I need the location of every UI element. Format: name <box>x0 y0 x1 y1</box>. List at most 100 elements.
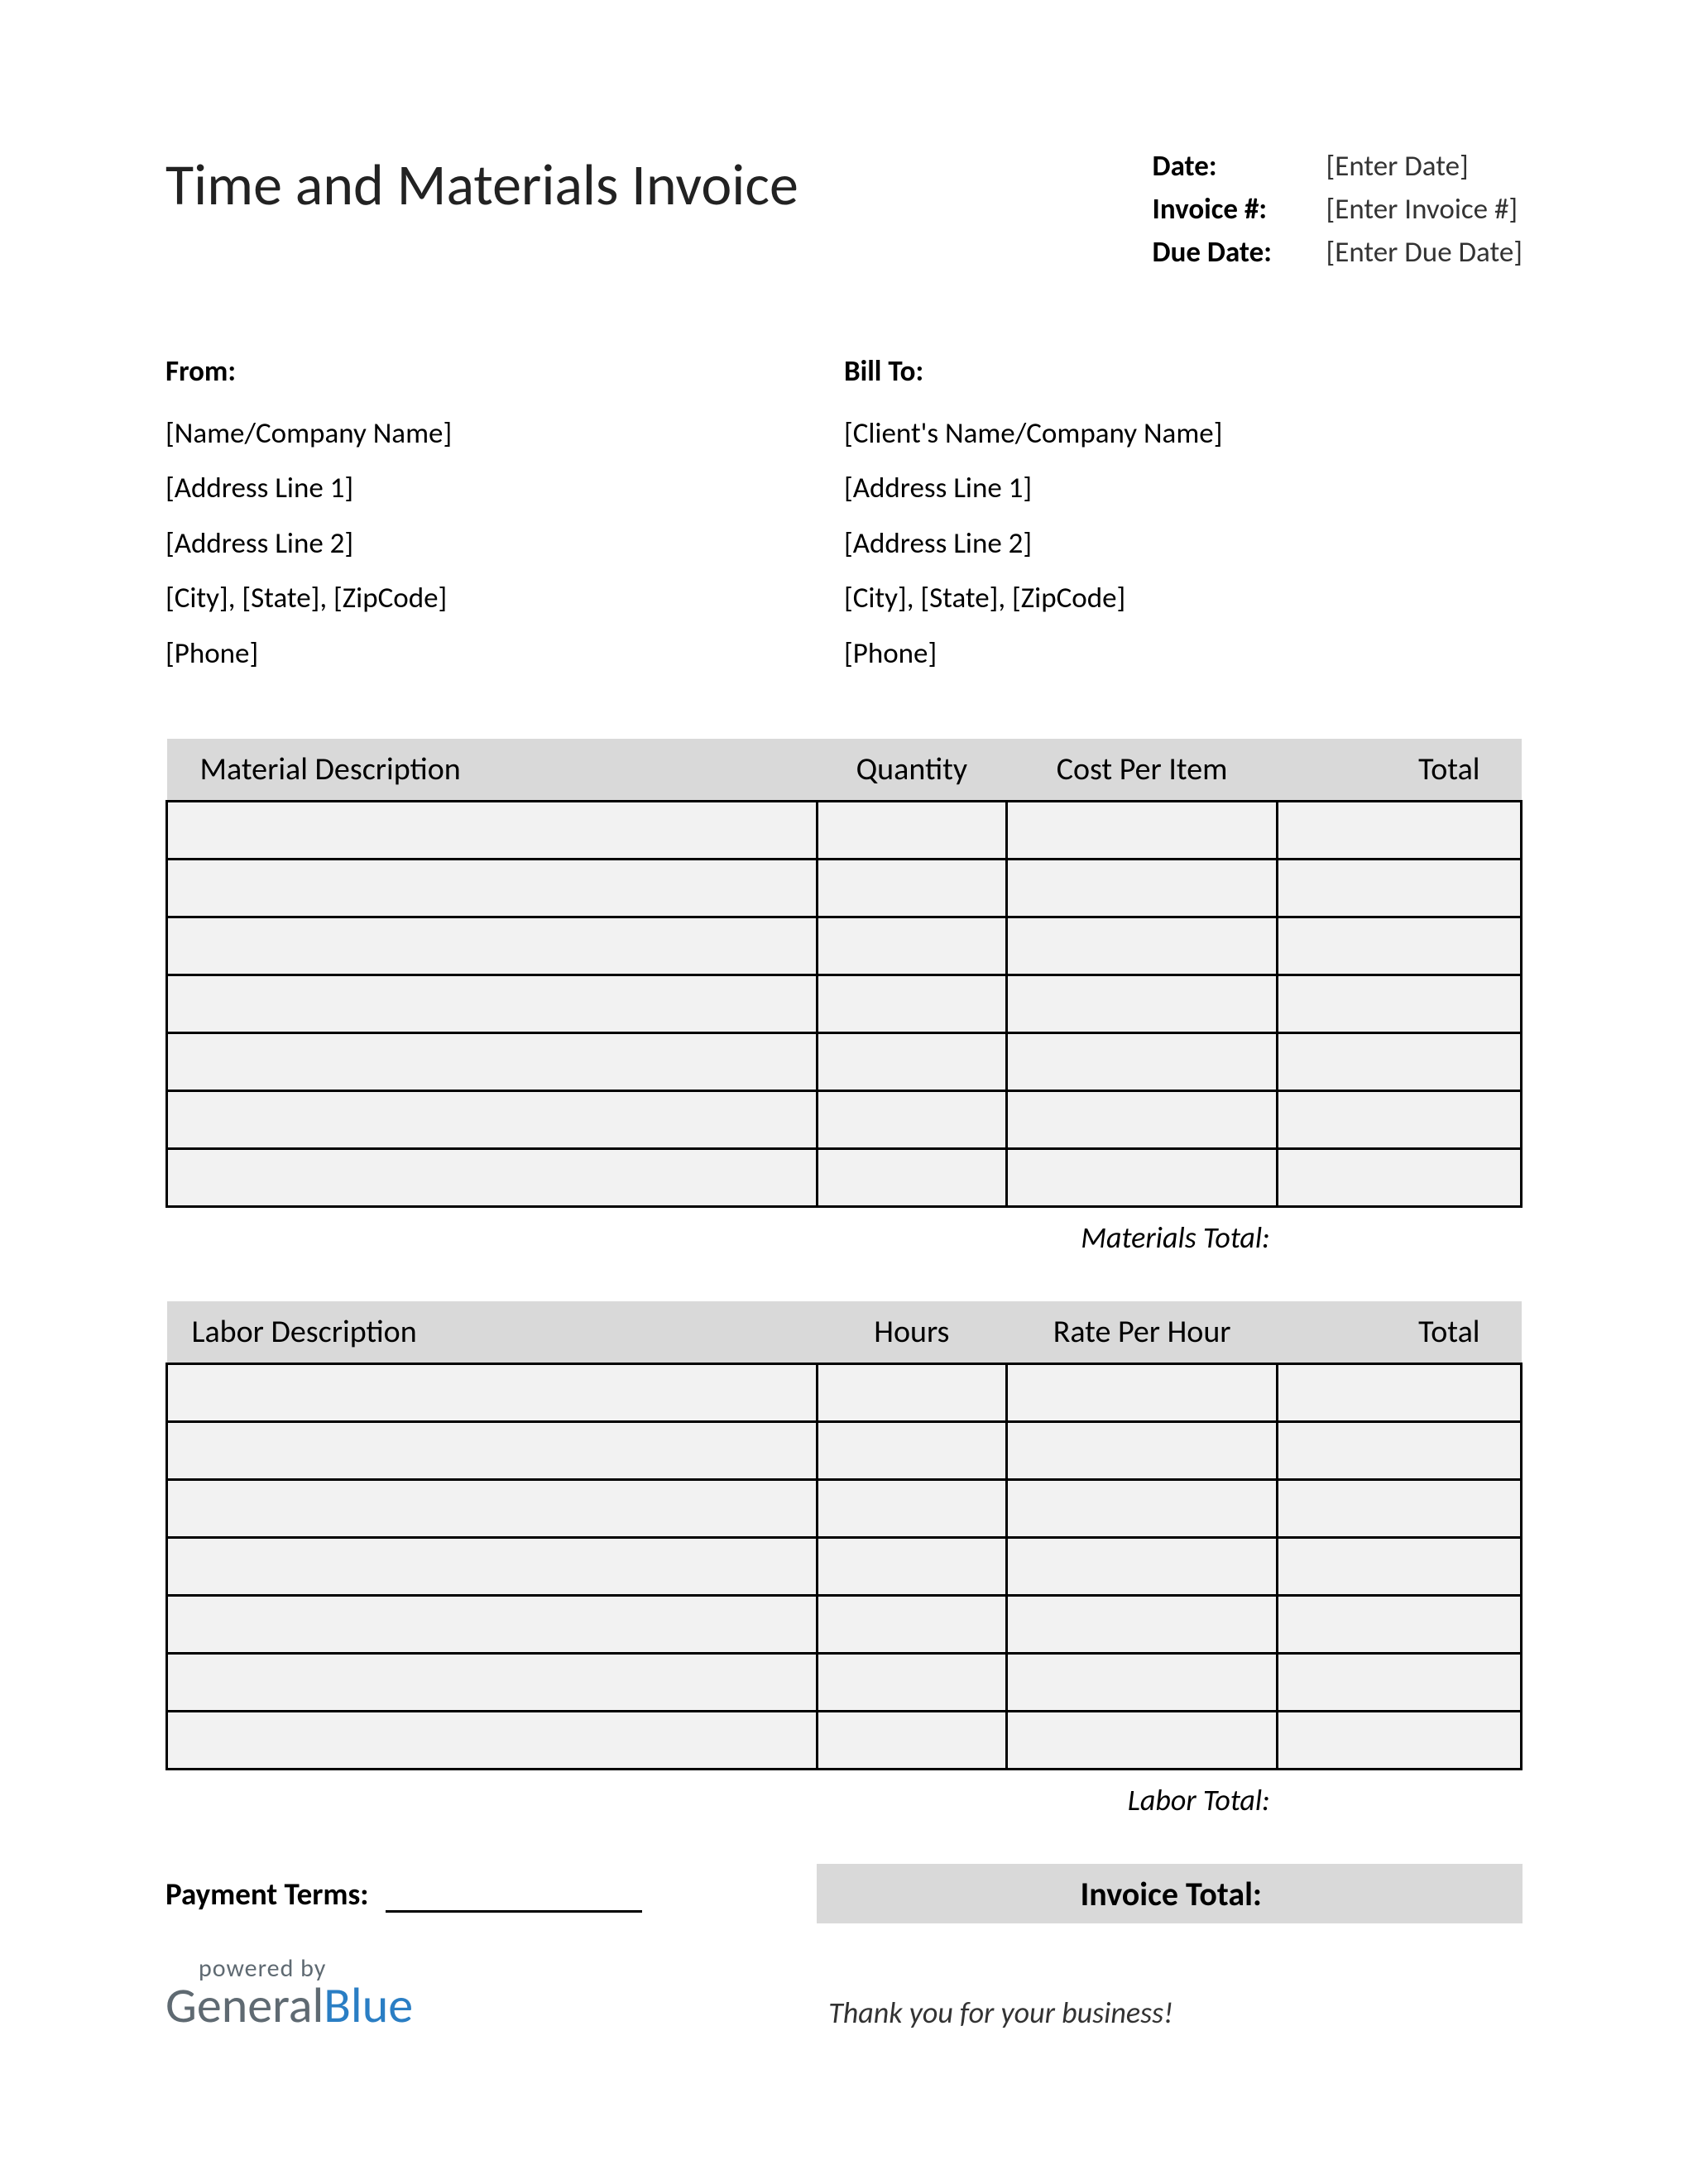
labor-total-value[interactable] <box>1278 1777 1523 1822</box>
invoice-meta: Date: [Enter Date] Invoice #: [Enter Inv… <box>1153 149 1523 278</box>
labor-cell-hours[interactable] <box>817 1654 1006 1712</box>
materials-cell-desc[interactable] <box>167 1091 818 1149</box>
labor-cell-rate[interactable] <box>1006 1712 1277 1770</box>
labor-cell-rate[interactable] <box>1006 1364 1277 1422</box>
labor-cell-hours[interactable] <box>817 1712 1006 1770</box>
materials-table: Material Description Quantity Cost Per I… <box>165 739 1523 1208</box>
labor-header-desc: Labor Description <box>167 1301 818 1364</box>
labor-cell-hours[interactable] <box>817 1480 1006 1538</box>
billto-addr1-field[interactable]: [Address Line 1] <box>844 461 1523 516</box>
materials-cell-qty[interactable] <box>817 975 1006 1033</box>
materials-cell-cost[interactable] <box>1006 1091 1277 1149</box>
billto-addr2-field[interactable]: [Address Line 2] <box>844 516 1523 572</box>
materials-cell-qty[interactable] <box>817 1091 1006 1149</box>
table-row <box>167 1091 1522 1149</box>
materials-cell-total[interactable] <box>1278 917 1522 975</box>
labor-table: Labor Description Hours Rate Per Hour To… <box>165 1301 1523 1770</box>
materials-cell-cost[interactable] <box>1006 860 1277 917</box>
labor-total-label: Labor Total: <box>165 1782 1278 1818</box>
labor-cell-total[interactable] <box>1278 1480 1522 1538</box>
labor-cell-desc[interactable] <box>167 1422 818 1480</box>
table-row <box>167 1712 1522 1770</box>
from-addr1-field[interactable]: [Address Line 1] <box>165 461 844 516</box>
thank-you-text: Thank you for your business! <box>413 1995 1523 2031</box>
invoice-number-label: Invoice #: <box>1153 192 1326 227</box>
labor-cell-desc[interactable] <box>167 1712 818 1770</box>
materials-total-label: Materials Total: <box>165 1219 1278 1256</box>
labor-cell-desc[interactable] <box>167 1538 818 1596</box>
labor-cell-total[interactable] <box>1278 1538 1522 1596</box>
table-row <box>167 1480 1522 1538</box>
labor-cell-total[interactable] <box>1278 1596 1522 1654</box>
materials-cell-total[interactable] <box>1278 1033 1522 1091</box>
from-phone-field[interactable]: [Phone] <box>165 626 844 682</box>
billto-name-field[interactable]: [Client's Name/Company Name] <box>844 406 1523 462</box>
labor-cell-rate[interactable] <box>1006 1480 1277 1538</box>
materials-cell-desc[interactable] <box>167 1149 818 1207</box>
materials-total-value[interactable] <box>1278 1214 1523 1260</box>
billto-phone-field[interactable]: [Phone] <box>844 626 1523 682</box>
labor-cell-rate[interactable] <box>1006 1596 1277 1654</box>
from-addr2-field[interactable]: [Address Line 2] <box>165 516 844 572</box>
payment-terms-field[interactable] <box>386 1880 642 1913</box>
materials-cell-total[interactable] <box>1278 1091 1522 1149</box>
labor-cell-hours[interactable] <box>817 1364 1006 1422</box>
labor-cell-desc[interactable] <box>167 1480 818 1538</box>
materials-cell-cost[interactable] <box>1006 1149 1277 1207</box>
labor-cell-rate[interactable] <box>1006 1422 1277 1480</box>
labor-cell-desc[interactable] <box>167 1596 818 1654</box>
materials-cell-qty[interactable] <box>817 1149 1006 1207</box>
labor-cell-rate[interactable] <box>1006 1538 1277 1596</box>
materials-cell-total[interactable] <box>1278 975 1522 1033</box>
labor-cell-total[interactable] <box>1278 1422 1522 1480</box>
materials-cell-total[interactable] <box>1278 802 1522 860</box>
labor-cell-total[interactable] <box>1278 1712 1522 1770</box>
table-row <box>167 975 1522 1033</box>
materials-cell-cost[interactable] <box>1006 917 1277 975</box>
labor-header-total: Total <box>1278 1301 1522 1364</box>
invoice-number-field[interactable]: [Enter Invoice #] <box>1326 192 1518 227</box>
materials-cell-cost[interactable] <box>1006 802 1277 860</box>
materials-header-qty: Quantity <box>817 739 1006 802</box>
materials-cell-qty[interactable] <box>817 860 1006 917</box>
materials-cell-desc[interactable] <box>167 917 818 975</box>
materials-cell-qty[interactable] <box>817 802 1006 860</box>
materials-cell-cost[interactable] <box>1006 975 1277 1033</box>
labor-cell-desc[interactable] <box>167 1654 818 1712</box>
labor-cell-hours[interactable] <box>817 1596 1006 1654</box>
materials-cell-desc[interactable] <box>167 1033 818 1091</box>
labor-cell-desc[interactable] <box>167 1364 818 1422</box>
labor-cell-total[interactable] <box>1278 1364 1522 1422</box>
billto-address-block: Bill To: [Client's Name/Company Name] [A… <box>844 344 1523 681</box>
labor-cell-hours[interactable] <box>817 1538 1006 1596</box>
materials-header-cost: Cost Per Item <box>1006 739 1277 802</box>
materials-cell-desc[interactable] <box>167 802 818 860</box>
due-date-field[interactable]: [Enter Due Date] <box>1326 235 1523 270</box>
labor-cell-hours[interactable] <box>817 1422 1006 1480</box>
due-date-label: Due Date: <box>1153 235 1326 270</box>
from-city-field[interactable]: [City], [State], [ZipCode] <box>165 571 844 626</box>
materials-header-total: Total <box>1278 739 1522 802</box>
materials-cell-desc[interactable] <box>167 975 818 1033</box>
materials-cell-total[interactable] <box>1278 1149 1522 1207</box>
billto-heading: Bill To: <box>844 344 1523 400</box>
billto-city-field[interactable]: [City], [State], [ZipCode] <box>844 571 1523 626</box>
table-row <box>167 1149 1522 1207</box>
materials-cell-qty[interactable] <box>817 1033 1006 1091</box>
date-field[interactable]: [Enter Date] <box>1326 149 1469 184</box>
invoice-total-box: Invoice Total: <box>817 1864 1523 1923</box>
labor-cell-rate[interactable] <box>1006 1654 1277 1712</box>
materials-cell-qty[interactable] <box>817 917 1006 975</box>
date-label: Date: <box>1153 149 1326 184</box>
table-row <box>167 802 1522 860</box>
materials-cell-cost[interactable] <box>1006 1033 1277 1091</box>
table-row <box>167 1422 1522 1480</box>
materials-cell-total[interactable] <box>1278 860 1522 917</box>
table-row <box>167 860 1522 917</box>
invoice-total-value[interactable] <box>1278 1864 1523 1923</box>
labor-cell-total[interactable] <box>1278 1654 1522 1712</box>
table-row <box>167 1538 1522 1596</box>
materials-cell-desc[interactable] <box>167 860 818 917</box>
from-name-field[interactable]: [Name/Company Name] <box>165 406 844 462</box>
labor-header-rate: Rate Per Hour <box>1006 1301 1277 1364</box>
